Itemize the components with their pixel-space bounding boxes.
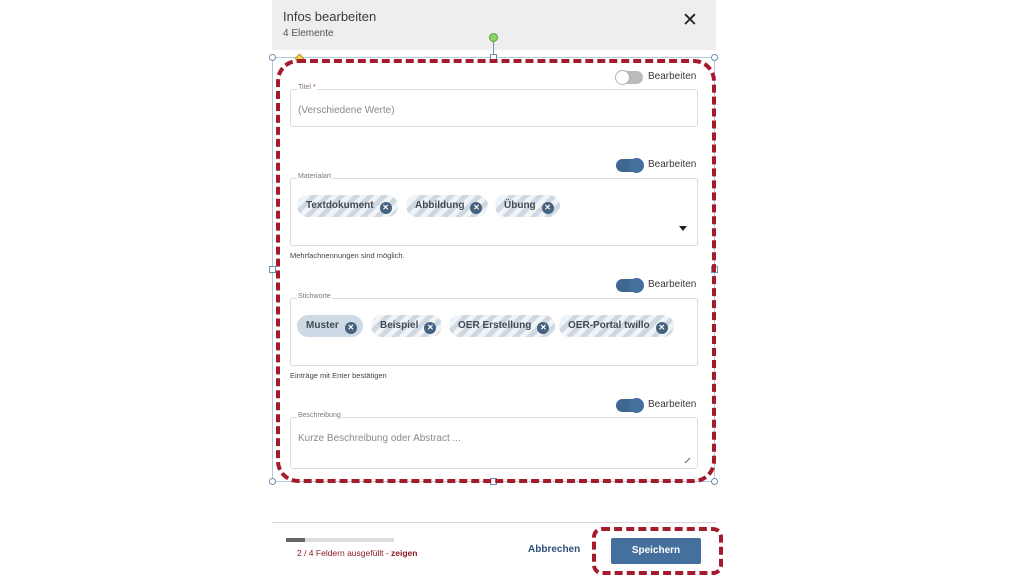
progress-fill — [286, 538, 305, 542]
resize-handle-top-left[interactable] — [269, 54, 276, 61]
dialog-title: Infos bearbeiten — [283, 9, 377, 24]
rotation-handle[interactable] — [489, 33, 498, 42]
resize-handle-top-right[interactable] — [711, 54, 718, 61]
annotation-frame-save — [592, 527, 723, 575]
show-fields-link[interactable]: zeigen — [391, 548, 417, 558]
progress-status: 2 / 4 Feldern ausgefüllt - zeigen — [297, 548, 418, 558]
cancel-button[interactable]: Abbrechen — [528, 544, 580, 555]
dialog-subtitle: 4 Elemente — [283, 28, 334, 39]
resize-handle-bottom-left[interactable] — [269, 478, 276, 485]
progress-bar — [286, 538, 394, 542]
dialog-header: Infos bearbeiten 4 Elemente ✕ — [272, 0, 716, 50]
annotation-frame-fields — [276, 59, 716, 483]
resize-handle-bottom-right[interactable] — [711, 478, 718, 485]
resize-handle-left[interactable] — [269, 266, 276, 273]
footer-divider — [272, 522, 716, 523]
close-icon[interactable]: ✕ — [682, 11, 698, 30]
